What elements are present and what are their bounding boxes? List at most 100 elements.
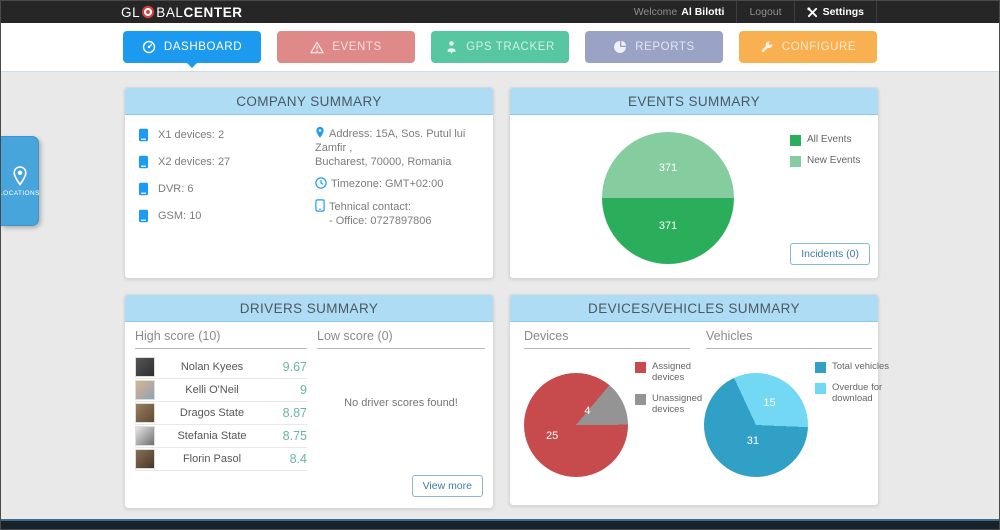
device-count-value: 2 — [218, 129, 224, 141]
driver-row[interactable]: Kelli O'Neil 9 — [135, 379, 307, 402]
drivers-summary-title: DRIVERS SUMMARY — [125, 295, 493, 322]
legend-entry: New Events — [790, 155, 877, 167]
pie-icon — [613, 40, 627, 54]
legend-entry: Total vehicles — [815, 361, 894, 373]
pie-slice-value: 4 — [584, 405, 590, 417]
device-icon — [138, 155, 149, 169]
dashboard-page: GL BALCENTER Welcome Al Bilotti Logout — [0, 0, 1000, 530]
driver-avatar — [135, 449, 155, 469]
tab-reports[interactable]: REPORTS — [585, 31, 723, 63]
driver-row[interactable]: Dragos State 8.87 — [135, 402, 307, 425]
legend-swatch — [790, 156, 801, 167]
events-pie-chart: 371 371 — [602, 132, 734, 264]
devices-vehicles-title: DEVICES/VEHICLES SUMMARY — [510, 295, 878, 322]
tab-events[interactable]: EVENTS — [277, 31, 415, 63]
device-count-row: GSM: 10 — [138, 209, 230, 223]
company-contact-info: Address: 15A, Sos. Putul lui Zamfir , Bu… — [315, 126, 485, 236]
driver-row[interactable]: Nolan Kyees 9.67 — [135, 356, 307, 379]
pie-slice-value: 371 — [659, 220, 677, 232]
driver-avatar — [135, 403, 155, 423]
footer-bar — [1, 519, 999, 529]
logo-text-bold: CENTER — [184, 5, 243, 20]
device-icon — [138, 128, 149, 142]
map-pin-icon — [315, 126, 325, 139]
legend-swatch — [635, 362, 646, 373]
device-count-value: 6 — [187, 183, 193, 195]
low-score-heading: Low score (0) — [317, 329, 485, 349]
logo-text-mid: BAL — [156, 5, 183, 20]
location-pin-icon — [12, 166, 28, 186]
devices-legend: Assigned devices Unassigned devices — [635, 361, 714, 425]
driver-avatar — [135, 357, 155, 377]
person-pin-icon — [445, 40, 458, 54]
low-score-column: Low score (0) No driver scores found! — [317, 329, 485, 409]
app-logo: GL BALCENTER — [121, 1, 243, 23]
legend-entry: Overdue for download — [815, 382, 894, 405]
welcome-text: Welcome Al Bilotti — [622, 1, 737, 23]
company-technical-contact: Tehnical contact: - Office: 0727897806 — [315, 199, 485, 228]
target-icon — [141, 5, 155, 19]
device-count-value: 27 — [218, 156, 230, 168]
legend-entry: Assigned devices — [635, 361, 714, 384]
driver-avatar — [135, 426, 155, 446]
user-name: Al Bilotti — [681, 6, 724, 18]
no-scores-message: No driver scores found! — [317, 397, 485, 409]
company-summary-panel: COMPANY SUMMARY X1 devices: 2 X2 devices… — [124, 87, 494, 279]
clock-icon — [315, 177, 327, 189]
device-count-value: 10 — [189, 210, 201, 222]
company-summary-title: COMPANY SUMMARY — [125, 88, 493, 115]
pie-slice-value: 25 — [546, 430, 558, 442]
logo-text-pre: GL — [121, 5, 140, 20]
driver-avatar — [135, 380, 155, 400]
nav-bar: DASHBOARD EVENTS GPS TRACKER — [1, 23, 999, 72]
device-icon — [138, 209, 149, 223]
high-score-heading: High score (10) — [135, 329, 307, 349]
vehicles-pie-chart: 15 31 — [704, 373, 808, 477]
high-score-list: Nolan Kyees 9.67 Kelli O'Neil 9 Dragos S… — [135, 356, 307, 471]
locations-side-tab[interactable]: LOCATIONS — [1, 136, 39, 226]
legend-swatch — [815, 383, 826, 394]
legend-swatch — [815, 362, 826, 373]
device-icon — [138, 182, 149, 196]
devices-pie-chart: 4 25 — [524, 373, 628, 477]
vehicles-heading: Vehicles — [706, 329, 872, 349]
device-count-row: X1 devices: 2 — [138, 128, 230, 142]
legend-swatch — [635, 394, 646, 405]
driver-row[interactable]: Stefania State 8.75 — [135, 425, 307, 448]
view-more-button[interactable]: View more — [412, 475, 483, 497]
device-count-row: DVR: 6 — [138, 182, 230, 196]
device-count-row: X2 devices: 27 — [138, 155, 230, 169]
events-summary-panel: EVENTS SUMMARY 371 371 All Events New Ev… — [509, 87, 879, 279]
legend-entry: All Events — [790, 134, 877, 146]
top-bar: GL BALCENTER Welcome Al Bilotti Logout — [1, 1, 999, 23]
top-bar-right: Welcome Al Bilotti Logout Settings — [622, 1, 877, 23]
events-summary-title: EVENTS SUMMARY — [510, 88, 878, 115]
pie-slice-value: 15 — [763, 397, 775, 409]
company-device-counts: X1 devices: 2 X2 devices: 27 DVR: 6 GSM:… — [138, 128, 230, 236]
nav-tabs: DASHBOARD EVENTS GPS TRACKER — [123, 31, 877, 63]
incidents-button[interactable]: Incidents (0) — [790, 243, 870, 265]
company-address: Address: 15A, Sos. Putul lui Zamfir , Bu… — [315, 126, 485, 169]
legend-entry: Unassigned devices — [635, 393, 714, 416]
pie-slice-value: 371 — [659, 162, 677, 174]
mobile-phone-icon — [315, 199, 325, 212]
tab-configure[interactable]: CONFIGURE — [739, 31, 877, 63]
warning-icon — [310, 41, 324, 54]
wrench-icon — [760, 40, 774, 54]
logout-link[interactable]: Logout — [737, 1, 793, 23]
devices-heading: Devices — [524, 329, 690, 349]
events-legend: All Events New Events — [790, 134, 877, 176]
legend-swatch — [790, 135, 801, 146]
vehicles-legend: Total vehicles Overdue for download — [815, 361, 894, 414]
pie-slice-value: 31 — [747, 435, 759, 447]
locations-label: LOCATIONS — [0, 190, 40, 197]
driver-row[interactable]: Florin Pasol 8.4 — [135, 448, 307, 471]
topbar-divider — [876, 1, 877, 23]
devices-vehicles-summary-panel: DEVICES/VEHICLES SUMMARY Devices Vehicle… — [509, 294, 879, 506]
active-tab-pointer — [186, 62, 198, 74]
drivers-summary-panel: DRIVERS SUMMARY High score (10) Nolan Ky… — [124, 294, 494, 509]
settings-link[interactable]: Settings — [795, 1, 876, 23]
crossed-tools-icon — [807, 7, 818, 18]
tab-gps-tracker[interactable]: GPS TRACKER — [431, 31, 569, 63]
tab-dashboard[interactable]: DASHBOARD — [123, 31, 261, 63]
